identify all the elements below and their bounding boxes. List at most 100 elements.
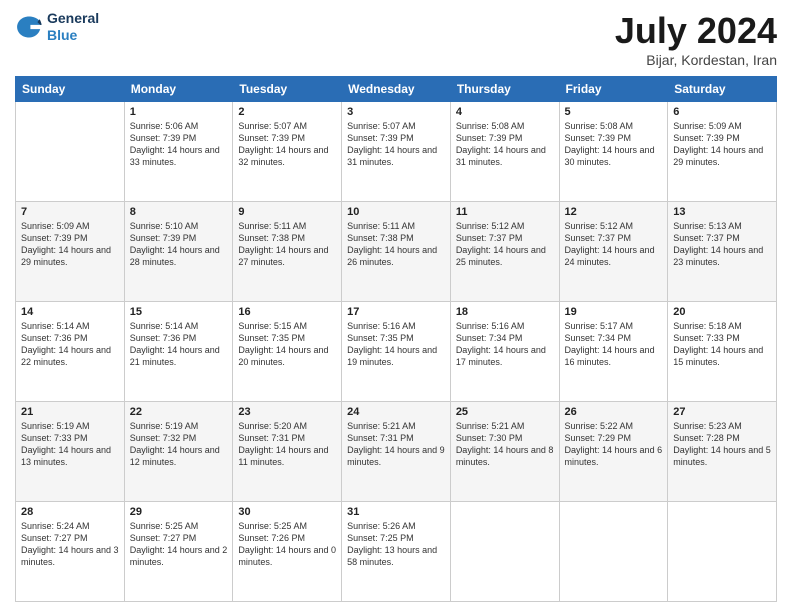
day-header-friday: Friday bbox=[559, 77, 668, 102]
calendar-cell: 19Sunrise: 5:17 AM Sunset: 7:34 PM Dayli… bbox=[559, 302, 668, 402]
calendar-cell: 18Sunrise: 5:16 AM Sunset: 7:34 PM Dayli… bbox=[450, 302, 559, 402]
calendar-cell: 23 Sunrise: 5:20 AM Sunset: 7:31 PM Dayli… bbox=[233, 402, 342, 502]
calendar-cell: 5Sunrise: 5:08 AM Sunset: 7:39 PM Daylig… bbox=[559, 102, 668, 202]
calendar-cell: 10 Sunrise: 5:11 AM Sunset: 7:38 PM Dayli… bbox=[342, 202, 451, 302]
week-row-3: 14 Sunrise: 5:14 AM Sunset: 7:36 PM Dayli… bbox=[16, 302, 777, 402]
day-number: 15 bbox=[130, 306, 228, 318]
calendar-cell: 13Sunrise: 5:13 AM Sunset: 7:37 PM Dayli… bbox=[668, 202, 777, 302]
day-number: 25 bbox=[456, 406, 554, 418]
day-number: 5 bbox=[565, 106, 663, 118]
cell-content: Sunrise: 5:06 AM Sunset: 7:39 PM Dayligh… bbox=[130, 120, 228, 169]
logo: General Blue bbox=[15, 10, 99, 44]
day-number: 21 bbox=[21, 406, 119, 418]
week-row-1: 1Sunrise: 5:06 AM Sunset: 7:39 PM Daylig… bbox=[16, 102, 777, 202]
calendar-cell: 21 Sunrise: 5:19 AM Sunset: 7:33 PM Dayli… bbox=[16, 402, 125, 502]
cell-content: Sunrise: 5:26 AM Sunset: 7:25 PM Dayligh… bbox=[347, 520, 445, 569]
day-number: 27 bbox=[673, 406, 771, 418]
day-number: 8 bbox=[130, 206, 228, 218]
day-number: 11 bbox=[456, 206, 554, 218]
cell-content: Sunrise: 5:15 AM Sunset: 7:35 PM Dayligh… bbox=[238, 320, 336, 369]
day-number: 26 bbox=[565, 406, 663, 418]
week-row-5: 28 Sunrise: 5:24 AM Sunset: 7:27 PM Dayli… bbox=[16, 502, 777, 602]
main-title: July 2024 bbox=[615, 10, 777, 52]
day-number: 20 bbox=[673, 306, 771, 318]
calendar-cell: 24Sunrise: 5:21 AM Sunset: 7:31 PM Dayli… bbox=[342, 402, 451, 502]
day-number: 16 bbox=[238, 306, 336, 318]
calendar-cell: 1Sunrise: 5:06 AM Sunset: 7:39 PM Daylig… bbox=[124, 102, 233, 202]
cell-content: Sunrise: 5:23 AM Sunset: 7:28 PM Dayligh… bbox=[673, 420, 771, 469]
day-number: 23 bbox=[238, 406, 336, 418]
day-number: 7 bbox=[21, 206, 119, 218]
day-header-monday: Monday bbox=[124, 77, 233, 102]
cell-content: Sunrise: 5:07 AM Sunset: 7:39 PM Dayligh… bbox=[347, 120, 445, 169]
day-header-wednesday: Wednesday bbox=[342, 77, 451, 102]
day-number: 4 bbox=[456, 106, 554, 118]
calendar-cell: 3Sunrise: 5:07 AM Sunset: 7:39 PM Daylig… bbox=[342, 102, 451, 202]
calendar-cell: 31 Sunrise: 5:26 AM Sunset: 7:25 PM Dayli… bbox=[342, 502, 451, 602]
cell-content: Sunrise: 5:13 AM Sunset: 7:37 PM Dayligh… bbox=[673, 220, 771, 269]
day-number: 22 bbox=[130, 406, 228, 418]
calendar-cell bbox=[559, 502, 668, 602]
day-number: 30 bbox=[238, 506, 336, 518]
day-number: 17 bbox=[347, 306, 445, 318]
calendar-cell: 30 Sunrise: 5:25 AM Sunset: 7:26 PM Dayli… bbox=[233, 502, 342, 602]
cell-content: Sunrise: 5:19 AM Sunset: 7:33 PM Dayligh… bbox=[21, 420, 119, 469]
day-number: 10 bbox=[347, 206, 445, 218]
logo-text: General Blue bbox=[47, 10, 99, 44]
calendar-cell bbox=[450, 502, 559, 602]
calendar-cell: 11 Sunrise: 5:12 AM Sunset: 7:37 PM Dayli… bbox=[450, 202, 559, 302]
calendar-cell: 8 Sunrise: 5:10 AM Sunset: 7:39 PM Daylig… bbox=[124, 202, 233, 302]
calendar-cell: 20 Sunrise: 5:18 AM Sunset: 7:33 PM Dayli… bbox=[668, 302, 777, 402]
calendar-cell: 17 Sunrise: 5:16 AM Sunset: 7:35 PM Dayli… bbox=[342, 302, 451, 402]
day-number: 31 bbox=[347, 506, 445, 518]
calendar-cell: 25 Sunrise: 5:21 AM Sunset: 7:30 PM Dayli… bbox=[450, 402, 559, 502]
cell-content: Sunrise: 5:18 AM Sunset: 7:33 PM Dayligh… bbox=[673, 320, 771, 369]
week-row-4: 21 Sunrise: 5:19 AM Sunset: 7:33 PM Dayli… bbox=[16, 402, 777, 502]
cell-content: Sunrise: 5:24 AM Sunset: 7:27 PM Dayligh… bbox=[21, 520, 119, 569]
cell-content: Sunrise: 5:08 AM Sunset: 7:39 PM Dayligh… bbox=[456, 120, 554, 169]
day-header-sunday: Sunday bbox=[16, 77, 125, 102]
cell-content: Sunrise: 5:11 AM Sunset: 7:38 PM Dayligh… bbox=[238, 220, 336, 269]
cell-content: Sunrise: 5:16 AM Sunset: 7:35 PM Dayligh… bbox=[347, 320, 445, 369]
cell-content: Sunrise: 5:11 AM Sunset: 7:38 PM Dayligh… bbox=[347, 220, 445, 269]
day-number: 28 bbox=[21, 506, 119, 518]
cell-content: Sunrise: 5:09 AM Sunset: 7:39 PM Dayligh… bbox=[673, 120, 771, 169]
cell-content: Sunrise: 5:07 AM Sunset: 7:39 PM Dayligh… bbox=[238, 120, 336, 169]
cell-content: Sunrise: 5:25 AM Sunset: 7:27 PM Dayligh… bbox=[130, 520, 228, 569]
header: General Blue July 2024 Bijar, Kordestan,… bbox=[15, 10, 777, 68]
header-row: SundayMondayTuesdayWednesdayThursdayFrid… bbox=[16, 77, 777, 102]
day-number: 6 bbox=[673, 106, 771, 118]
day-header-thursday: Thursday bbox=[450, 77, 559, 102]
cell-content: Sunrise: 5:10 AM Sunset: 7:39 PM Dayligh… bbox=[130, 220, 228, 269]
calendar-cell: 6 Sunrise: 5:09 AM Sunset: 7:39 PM Daylig… bbox=[668, 102, 777, 202]
subtitle: Bijar, Kordestan, Iran bbox=[615, 52, 777, 68]
day-number: 14 bbox=[21, 306, 119, 318]
calendar-cell: 4 Sunrise: 5:08 AM Sunset: 7:39 PM Daylig… bbox=[450, 102, 559, 202]
calendar-cell: 27 Sunrise: 5:23 AM Sunset: 7:28 PM Dayli… bbox=[668, 402, 777, 502]
calendar-cell: 22Sunrise: 5:19 AM Sunset: 7:32 PM Dayli… bbox=[124, 402, 233, 502]
calendar-cell: 29Sunrise: 5:25 AM Sunset: 7:27 PM Dayli… bbox=[124, 502, 233, 602]
calendar-cell bbox=[16, 102, 125, 202]
day-header-tuesday: Tuesday bbox=[233, 77, 342, 102]
cell-content: Sunrise: 5:14 AM Sunset: 7:36 PM Dayligh… bbox=[21, 320, 119, 369]
cell-content: Sunrise: 5:21 AM Sunset: 7:30 PM Dayligh… bbox=[456, 420, 554, 469]
calendar-cell bbox=[668, 502, 777, 602]
calendar-cell: 9 Sunrise: 5:11 AM Sunset: 7:38 PM Daylig… bbox=[233, 202, 342, 302]
cell-content: Sunrise: 5:16 AM Sunset: 7:34 PM Dayligh… bbox=[456, 320, 554, 369]
page: General Blue July 2024 Bijar, Kordestan,… bbox=[0, 0, 792, 612]
calendar-cell: 16 Sunrise: 5:15 AM Sunset: 7:35 PM Dayli… bbox=[233, 302, 342, 402]
logo-icon bbox=[15, 13, 43, 41]
calendar-cell: 14 Sunrise: 5:14 AM Sunset: 7:36 PM Dayli… bbox=[16, 302, 125, 402]
week-row-2: 7Sunrise: 5:09 AM Sunset: 7:39 PM Daylig… bbox=[16, 202, 777, 302]
day-number: 9 bbox=[238, 206, 336, 218]
cell-content: Sunrise: 5:12 AM Sunset: 7:37 PM Dayligh… bbox=[456, 220, 554, 269]
day-number: 12 bbox=[565, 206, 663, 218]
calendar-table: SundayMondayTuesdayWednesdayThursdayFrid… bbox=[15, 76, 777, 602]
cell-content: Sunrise: 5:14 AM Sunset: 7:36 PM Dayligh… bbox=[130, 320, 228, 369]
calendar-cell: 2Sunrise: 5:07 AM Sunset: 7:39 PM Daylig… bbox=[233, 102, 342, 202]
cell-content: Sunrise: 5:20 AM Sunset: 7:31 PM Dayligh… bbox=[238, 420, 336, 469]
cell-content: Sunrise: 5:12 AM Sunset: 7:37 PM Dayligh… bbox=[565, 220, 663, 269]
calendar-cell: 26Sunrise: 5:22 AM Sunset: 7:29 PM Dayli… bbox=[559, 402, 668, 502]
cell-content: Sunrise: 5:25 AM Sunset: 7:26 PM Dayligh… bbox=[238, 520, 336, 569]
cell-content: Sunrise: 5:17 AM Sunset: 7:34 PM Dayligh… bbox=[565, 320, 663, 369]
